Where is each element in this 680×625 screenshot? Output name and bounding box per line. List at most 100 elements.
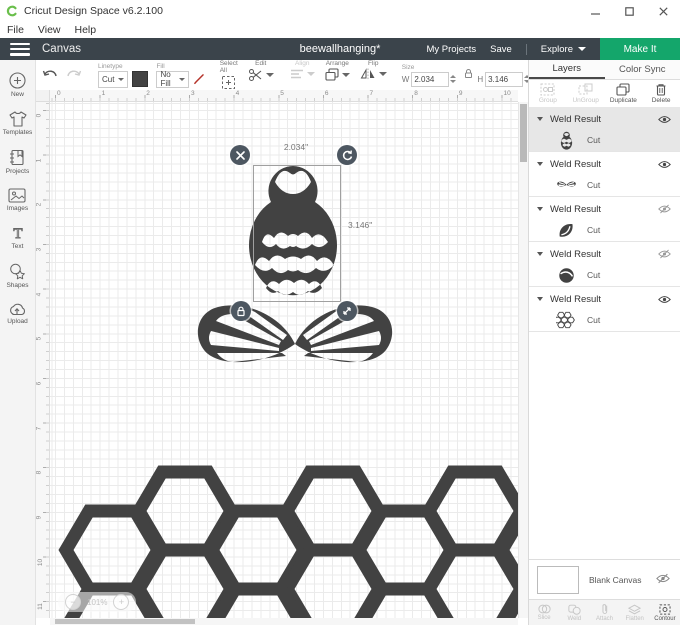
bee-wings-shape[interactable] — [197, 305, 393, 363]
layer-row-cut[interactable]: Cut — [529, 174, 680, 196]
close-button[interactable] — [646, 0, 680, 22]
visibility-eye-off-icon[interactable] — [656, 571, 670, 589]
thumb-leaf-icon — [555, 220, 577, 240]
explore-label: Explore — [540, 43, 573, 55]
size-section: Size W H — [398, 60, 538, 90]
size-lock-icon[interactable] — [463, 68, 474, 79]
width-stepper[interactable] — [450, 75, 457, 83]
header-divider — [525, 43, 527, 55]
zoom-in-button[interactable]: + — [113, 594, 130, 610]
collapse-caret-icon[interactable] — [537, 162, 543, 166]
design-canvas[interactable]: 0 1 2 3 4 5 6 7 8 9 10 0 1 2 3 4 5 6 7 8 9 10 11 2.034" 3.146… — [35, 90, 528, 625]
visibility-eye-icon[interactable] — [656, 295, 672, 304]
collapse-caret-icon[interactable] — [537, 297, 543, 301]
slice-icon — [537, 604, 551, 614]
sidebar-item-templates[interactable]: Templates — [3, 111, 32, 136]
notebook-icon — [10, 149, 25, 166]
scissors-icon — [248, 69, 262, 81]
sidebar-item-shapes[interactable]: Shapes — [6, 263, 29, 289]
blank-canvas-row[interactable]: Blank Canvas — [529, 559, 680, 600]
delete-handle[interactable] — [230, 145, 250, 165]
selection-bounding-box[interactable] — [253, 165, 341, 302]
horizontal-scrollbar[interactable] — [50, 618, 518, 625]
visibility-eye-icon[interactable] — [656, 160, 672, 169]
chevron-down-icon — [178, 77, 185, 81]
flip-button[interactable]: Flip — [355, 60, 392, 90]
sidebar-item-upload[interactable]: Upload — [7, 302, 28, 325]
layer-row-cut[interactable]: Cut — [529, 264, 680, 286]
ungroup-icon — [578, 83, 593, 95]
explore-menu[interactable]: Explore — [541, 44, 586, 55]
collapse-caret-icon[interactable] — [537, 117, 543, 121]
lock-handle[interactable] — [231, 301, 251, 321]
layer-group-1[interactable]: Weld Result Cut — [529, 107, 680, 152]
canvas-color-swatch[interactable] — [537, 566, 579, 594]
height-input[interactable] — [485, 71, 524, 87]
title-bar: Cricut Design Space v6.2.100 — [0, 0, 680, 23]
layer-row-cut[interactable]: Cut — [529, 219, 680, 241]
layer-group-5[interactable]: Weld Result Cut — [529, 287, 680, 332]
tab-layers[interactable]: Layers — [529, 60, 605, 79]
linetype-color-swatch[interactable] — [132, 71, 149, 87]
vertical-ruler: 0 1 2 3 4 5 6 7 8 9 10 11 — [35, 102, 50, 618]
visibility-eye-off-icon[interactable] — [656, 204, 672, 214]
align-icon — [290, 69, 303, 79]
collapse-caret-icon[interactable] — [537, 207, 543, 211]
chevron-down-icon — [306, 72, 315, 76]
upload-cloud-icon — [10, 303, 26, 316]
resize-handle[interactable] — [337, 301, 357, 321]
cricut-logo-icon — [6, 5, 18, 17]
fill-dropdown[interactable]: No Fill — [156, 70, 189, 88]
arrange-button[interactable]: Arrange — [320, 60, 355, 90]
vertical-scrollbar[interactable] — [518, 102, 528, 618]
horizontal-scrollbar-thumb[interactable] — [55, 619, 195, 624]
hamburger-menu-icon[interactable] — [10, 42, 30, 56]
linetype-dropdown[interactable]: Cut — [98, 70, 129, 88]
chevron-down-icon — [578, 47, 586, 51]
contour-button[interactable]: Contour — [650, 603, 680, 622]
redo-icon[interactable] — [66, 69, 82, 82]
delete-button[interactable]: Delete — [642, 83, 680, 104]
my-projects-link[interactable]: My Projects — [427, 44, 477, 55]
attach-button: Attach — [589, 603, 619, 622]
flatten-icon — [628, 604, 642, 614]
undo-icon[interactable] — [42, 69, 58, 82]
select-all-button[interactable]: Select All — [215, 60, 243, 90]
vertical-scrollbar-thumb[interactable] — [520, 104, 527, 162]
menu-help[interactable]: Help — [68, 24, 104, 36]
edit-button[interactable]: Edit — [243, 60, 279, 90]
close-icon — [235, 150, 245, 160]
sidebar-item-new[interactable]: New — [9, 72, 26, 98]
layer-row-cut[interactable]: Cut — [529, 309, 680, 331]
layer-group-4[interactable]: Weld Result Cut — [529, 242, 680, 287]
maximize-button[interactable] — [612, 0, 646, 22]
contour-icon — [659, 603, 671, 615]
sidebar-item-images[interactable]: Images — [7, 188, 28, 212]
layer-row-cut[interactable]: Cut — [529, 129, 680, 151]
visibility-eye-icon[interactable] — [656, 115, 672, 124]
rotate-handle[interactable] — [337, 145, 357, 165]
menu-file[interactable]: File — [0, 24, 31, 36]
make-it-button[interactable]: Make It — [600, 38, 680, 60]
selection-width-label: 2.034" — [283, 142, 309, 152]
page-title: Canvas — [42, 43, 81, 55]
menu-view[interactable]: View — [31, 24, 68, 36]
sidebar-item-projects[interactable]: Projects — [6, 149, 29, 175]
duplicate-icon — [616, 83, 630, 96]
layers-list: Weld Result Cut Weld Result Cut Weld Res… — [529, 107, 680, 332]
layer-group-3[interactable]: Weld Result Cut — [529, 197, 680, 242]
minimize-button[interactable] — [578, 0, 612, 22]
shapes-icon — [10, 263, 25, 280]
sidebar-item-text[interactable]: T Text — [10, 225, 26, 250]
weld-button: Weld — [559, 604, 589, 622]
chevron-down-icon — [118, 77, 125, 81]
width-input[interactable] — [411, 71, 450, 87]
collapse-caret-icon[interactable] — [537, 252, 543, 256]
canvas-grid[interactable]: 2.034" 3.146" − 101% + — [50, 102, 518, 618]
save-link[interactable]: Save — [490, 44, 512, 55]
tab-color-sync[interactable]: Color Sync — [605, 60, 680, 79]
visibility-eye-off-icon[interactable] — [656, 249, 672, 259]
duplicate-button[interactable]: Duplicate — [605, 83, 643, 104]
layer-group-2[interactable]: Weld Result Cut — [529, 152, 680, 197]
zoom-out-button[interactable]: − — [65, 594, 81, 610]
